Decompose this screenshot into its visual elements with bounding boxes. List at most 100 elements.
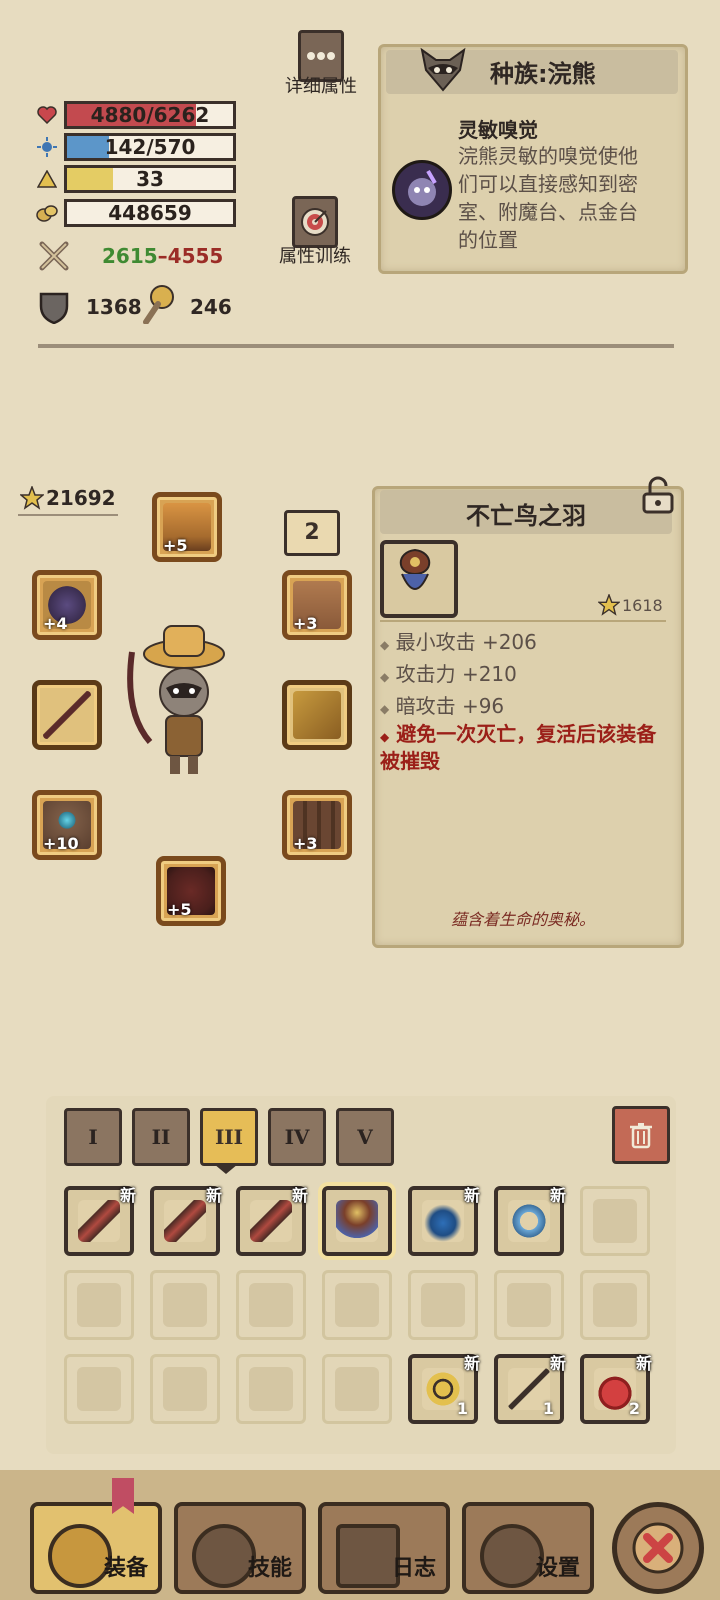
- inventory-item-locked[interactable]: [580, 1186, 650, 1256]
- item-art: [593, 1283, 637, 1327]
- inventory-item-selected[interactable]: [322, 1186, 392, 1256]
- equipment-power: 21692: [46, 486, 116, 510]
- bow-slot[interactable]: +4: [32, 570, 102, 640]
- nav-equipment-label: 装备: [103, 1556, 148, 1581]
- detail-attributes-label[interactable]: 详细属性: [276, 72, 366, 98]
- raccoon-icon: [418, 46, 468, 92]
- gold-icon: [36, 202, 58, 224]
- inventory-item-locked[interactable]: [150, 1354, 220, 1424]
- item-title: 不亡鸟之羽: [466, 502, 586, 530]
- nav-settings-label: 设置: [535, 1556, 580, 1581]
- pickaxe-item[interactable]: 新 1: [494, 1354, 566, 1424]
- barrel-slot[interactable]: +3: [282, 790, 352, 860]
- hp-text: 4880/6262: [90, 103, 210, 127]
- item-special-text: 避免一次灭亡，复活后该装备被摧毁: [380, 722, 657, 773]
- hp-bar: 4880/6262: [64, 101, 236, 129]
- potion-item[interactable]: 新 2: [580, 1354, 652, 1424]
- defense-value: 1368: [86, 295, 142, 319]
- item-art: [508, 1200, 550, 1242]
- tab-ii[interactable]: II: [132, 1108, 190, 1166]
- item-count: 2: [628, 1399, 640, 1418]
- skills-icon: [192, 1524, 256, 1588]
- inventory-item-locked[interactable]: [322, 1354, 392, 1424]
- inventory-item-locked[interactable]: [408, 1270, 478, 1340]
- gold-bar: 448659: [64, 199, 236, 227]
- item-stat-3: ◆ 暗攻击 +96: [380, 690, 504, 719]
- power-underline: [18, 514, 118, 516]
- inventory-item-locked[interactable]: [150, 1270, 220, 1340]
- new-badge: 新: [119, 1186, 136, 1205]
- chest-art: [293, 691, 341, 739]
- shoulder-plus: +3: [293, 614, 318, 633]
- inventory-item[interactable]: 新: [408, 1186, 480, 1256]
- tab-v[interactable]: V: [336, 1108, 394, 1166]
- new-badge: 新: [291, 1186, 308, 1205]
- attack-range: 2615–4555: [102, 244, 223, 268]
- inventory-item[interactable]: 新: [236, 1186, 308, 1256]
- inventory-item-locked[interactable]: [322, 1270, 392, 1340]
- sword-slot[interactable]: [32, 680, 102, 750]
- mp-row: 142/570: [36, 132, 236, 162]
- item-stat-2: ◆ 攻击力 +210: [380, 658, 517, 687]
- inventory-item[interactable]: 新: [494, 1186, 566, 1256]
- tab-iii[interactable]: III: [200, 1108, 258, 1166]
- inventory-item-locked[interactable]: [236, 1354, 306, 1424]
- axe-icon: [48, 1524, 112, 1588]
- diamond-icon: ◆: [380, 702, 390, 716]
- nav-skills-label: 技能: [247, 1556, 292, 1581]
- heart-icon: [36, 104, 58, 126]
- item-art: [422, 1200, 464, 1242]
- mp-text: 142/570: [104, 135, 196, 159]
- barrel-plus: +3: [293, 834, 318, 853]
- item-stat-text-2: 攻击力 +210: [395, 662, 517, 686]
- hat-plus: +5: [163, 536, 188, 555]
- luck-icon: [138, 284, 176, 325]
- armor-plus: +5: [167, 900, 192, 919]
- scroll-item[interactable]: 新 1: [408, 1354, 480, 1424]
- inventory-item-locked[interactable]: [64, 1270, 134, 1340]
- close-button[interactable]: [612, 1502, 704, 1594]
- inventory-item-locked[interactable]: [64, 1354, 134, 1424]
- inventory-item-locked[interactable]: [236, 1270, 306, 1340]
- inventory-item[interactable]: 新: [150, 1186, 222, 1256]
- luck-value: 246: [190, 295, 232, 319]
- item-count: 1: [542, 1399, 554, 1418]
- attribute-training-button[interactable]: [292, 196, 338, 248]
- tab-iv[interactable]: IV: [268, 1108, 326, 1166]
- chest-slot[interactable]: [282, 680, 352, 750]
- tab-iv-label: IV: [284, 1125, 310, 1149]
- sword-art: [43, 691, 91, 739]
- nav-settings[interactable]: 设置: [462, 1502, 594, 1594]
- new-badge: 新: [463, 1354, 480, 1373]
- inventory-item-locked[interactable]: [580, 1270, 650, 1340]
- trash-button[interactable]: [612, 1106, 670, 1164]
- item-art: [164, 1200, 206, 1242]
- nav-log[interactable]: 日志: [318, 1502, 450, 1594]
- level-row: 33: [36, 164, 236, 194]
- bow-plus: +4: [43, 614, 68, 633]
- hat-slot[interactable]: +5: [152, 492, 222, 562]
- armor-slot[interactable]: +5: [156, 856, 226, 926]
- item-art: [421, 1283, 465, 1327]
- attribute-training-label[interactable]: 属性训练: [270, 242, 360, 268]
- item-art: [78, 1200, 120, 1242]
- inventory-item[interactable]: 新: [64, 1186, 136, 1256]
- shoulder-slot[interactable]: +3: [282, 570, 352, 640]
- item-art: [77, 1367, 121, 1411]
- item-stat-text-3: 暗攻击 +96: [395, 694, 505, 718]
- book-icon: [336, 1524, 400, 1588]
- nav-equipment[interactable]: 装备: [30, 1502, 162, 1594]
- attack-dash: –: [157, 244, 168, 268]
- inventory-item-locked[interactable]: [494, 1270, 564, 1340]
- slot-count-badge[interactable]: 2: [284, 510, 340, 556]
- nav-skills[interactable]: 技能: [174, 1502, 306, 1594]
- trait-title: 灵敏嗅觉: [458, 118, 538, 142]
- star-icon: [18, 484, 46, 510]
- tab-i[interactable]: I: [64, 1108, 122, 1166]
- item-art: [507, 1283, 551, 1327]
- item-star-icon: [597, 592, 621, 616]
- lock-icon[interactable]: [636, 476, 676, 516]
- bracer-slot[interactable]: +10: [32, 790, 102, 860]
- tab-iii-label: III: [214, 1125, 244, 1149]
- character-portrait: [114, 612, 244, 782]
